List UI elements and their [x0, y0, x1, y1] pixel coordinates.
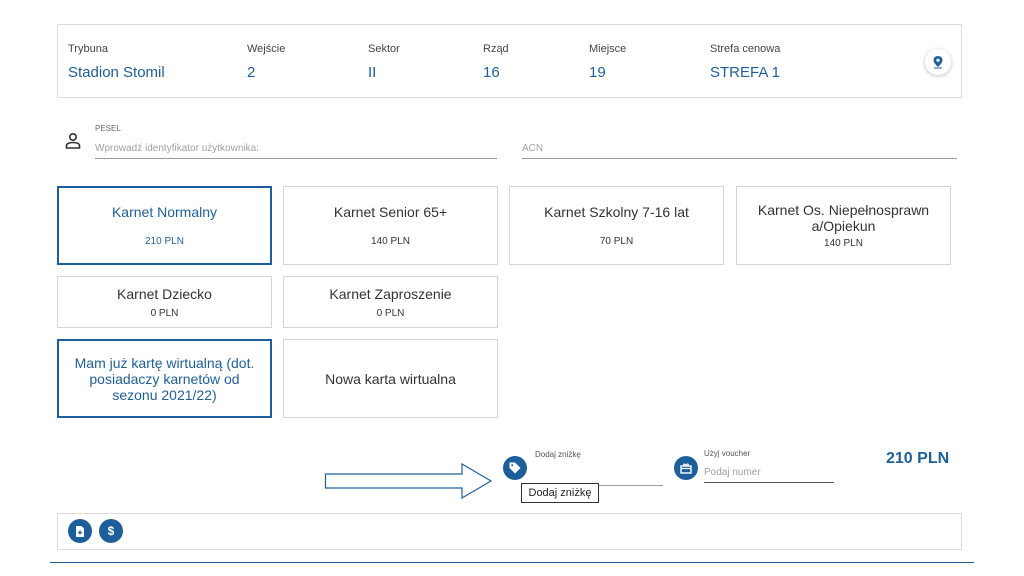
- bottom-divider: [50, 562, 974, 563]
- new-virtual-card-option[interactable]: Nowa karta wirtualna: [283, 339, 498, 418]
- ticket-price: 0 PLN: [376, 307, 405, 319]
- ticket-name: Karnet Dziecko: [117, 285, 212, 302]
- pesel-input[interactable]: [95, 143, 497, 159]
- stand-label: Trybuna: [68, 43, 108, 55]
- sector-label: Sektor: [368, 43, 400, 55]
- discount-tooltip: Dodaj zniżkę: [521, 483, 599, 503]
- row-label: Rząd: [483, 43, 509, 55]
- seat-col-seat: Miejsce 19: [589, 43, 626, 81]
- seat-col-sector: Sektor II: [368, 43, 400, 81]
- stand-value: Stadion Stomil: [68, 64, 165, 81]
- new-virtual-card-label: Nowa karta wirtualna: [325, 370, 456, 387]
- ticket-name: Karnet Senior 65+: [333, 204, 448, 220]
- ticket-card-senior[interactable]: Karnet Senior 65+ 140 PLN: [283, 186, 498, 265]
- ticket-price: 70 PLN: [599, 236, 634, 247]
- dollar-button[interactable]: $: [99, 519, 123, 543]
- sector-value: II: [368, 64, 377, 81]
- ticket-card-normal[interactable]: Karnet Normalny 210 PLN: [57, 186, 272, 265]
- bottom-action-bar: $: [57, 513, 962, 550]
- price-zone-value: STREFA 1: [710, 64, 781, 81]
- ticket-card-disabled[interactable]: Karnet Os. Niepełnosprawna/Opiekun 140 P…: [736, 186, 951, 265]
- seat-label: Miejsce: [589, 43, 627, 55]
- dollar-icon: $: [107, 524, 115, 538]
- entrance-label: Wejście: [247, 43, 286, 55]
- voucher-button[interactable]: [674, 456, 698, 480]
- acn-input[interactable]: [522, 143, 957, 159]
- seat-col-entrance: Wejście 2: [247, 43, 285, 81]
- existing-virtual-card-label: Mam już kartę wirtualną (dot. posiadaczy…: [74, 354, 255, 403]
- seat-col-row: Rząd 16: [483, 43, 509, 81]
- row-value: 16: [483, 64, 500, 81]
- seat-col-stand: Trybuna Stadion Stomil: [68, 43, 165, 81]
- entrance-value: 2: [247, 64, 256, 81]
- existing-virtual-card-option[interactable]: Mam już kartę wirtualną (dot. posiadaczy…: [57, 339, 272, 418]
- seat-value: 19: [589, 64, 606, 81]
- map-pin-icon: [933, 56, 943, 69]
- voucher-icon: [680, 463, 692, 474]
- seat-info-panel: Trybuna Stadion Stomil Wejście 2 Sektor …: [57, 24, 962, 98]
- document-button[interactable]: [68, 519, 92, 543]
- user-icon: [65, 132, 81, 149]
- ticket-name: Karnet Zaproszenie: [329, 285, 452, 302]
- total-price: 210 PLN: [886, 450, 950, 467]
- map-pin-button[interactable]: [925, 49, 951, 75]
- ticket-name: Karnet Os. Niepełnosprawna/Opiekun: [757, 202, 930, 234]
- price-zone-label: Strefa cenowa: [710, 43, 781, 55]
- discount-label: Dodaj zniżkę: [535, 450, 581, 459]
- voucher-input[interactable]: [704, 467, 834, 483]
- ticket-card-child[interactable]: Karnet Dziecko 0 PLN: [57, 276, 272, 328]
- ticket-price: 140 PLN: [824, 238, 863, 249]
- ticket-price: 0 PLN: [150, 307, 179, 319]
- ticket-price: 210 PLN: [145, 236, 184, 247]
- ticket-card-school[interactable]: Karnet Szkolny 7-16 lat 70 PLN: [509, 186, 724, 265]
- ticket-price: 140 PLN: [371, 236, 410, 247]
- document-icon: [76, 525, 84, 537]
- ticket-name: Karnet Szkolny 7-16 lat: [544, 204, 689, 220]
- tag-icon: [509, 462, 521, 474]
- arrow-annotation-icon: [324, 462, 493, 500]
- ticket-card-invitation[interactable]: Karnet Zaproszenie 0 PLN: [283, 276, 498, 328]
- ticket-name: Karnet Normalny: [111, 204, 218, 220]
- discount-button[interactable]: [503, 456, 527, 480]
- pesel-label: PESEL: [95, 124, 121, 133]
- seat-col-zone: Strefa cenowa STREFA 1: [710, 43, 780, 81]
- voucher-label: Użyj voucher: [704, 449, 751, 458]
